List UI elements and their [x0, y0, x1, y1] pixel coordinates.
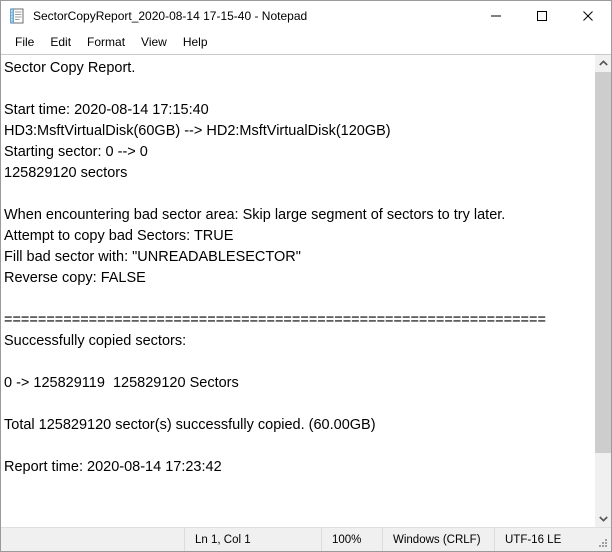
maximize-button[interactable]: [519, 1, 565, 31]
cursor-position-status: Ln 1, Col 1: [184, 528, 321, 551]
scroll-down-button[interactable]: [595, 510, 611, 527]
editor-area: Sector Copy Report. Start time: 2020-08-…: [1, 54, 611, 527]
scroll-up-button[interactable]: [595, 55, 611, 72]
minimize-icon: [490, 10, 502, 22]
menu-item-help[interactable]: Help: [175, 33, 216, 52]
menu-item-format[interactable]: Format: [79, 33, 133, 52]
status-bar-spacer: [1, 528, 184, 551]
minimize-button[interactable]: [473, 1, 519, 31]
menu-bar: File Edit Format View Help: [1, 31, 611, 54]
menu-item-edit[interactable]: Edit: [42, 33, 79, 52]
encoding-status: UTF-16 LE: [494, 528, 611, 551]
close-icon: [582, 10, 594, 22]
scroll-track[interactable]: [595, 72, 611, 510]
menu-item-view[interactable]: View: [133, 33, 175, 52]
window-title: SectorCopyReport_2020-08-14 17-15-40 - N…: [33, 9, 307, 23]
status-bar: Ln 1, Col 1 100% Windows (CRLF) UTF-16 L…: [1, 527, 611, 551]
window-controls: [473, 1, 611, 31]
scroll-thumb[interactable]: [595, 72, 611, 453]
resize-grip-icon[interactable]: [599, 539, 608, 548]
maximize-icon: [536, 10, 548, 22]
close-button[interactable]: [565, 1, 611, 31]
notepad-icon: [9, 8, 25, 24]
chevron-up-icon: [599, 60, 608, 67]
vertical-scrollbar[interactable]: [594, 55, 611, 527]
zoom-level-status[interactable]: 100%: [321, 528, 382, 551]
menu-item-file[interactable]: File: [7, 33, 42, 52]
line-ending-status: Windows (CRLF): [382, 528, 494, 551]
chevron-down-icon: [599, 515, 608, 522]
notepad-window: SectorCopyReport_2020-08-14 17-15-40 - N…: [0, 0, 612, 552]
title-bar[interactable]: SectorCopyReport_2020-08-14 17-15-40 - N…: [1, 1, 611, 31]
text-editor[interactable]: Sector Copy Report. Start time: 2020-08-…: [1, 55, 594, 527]
